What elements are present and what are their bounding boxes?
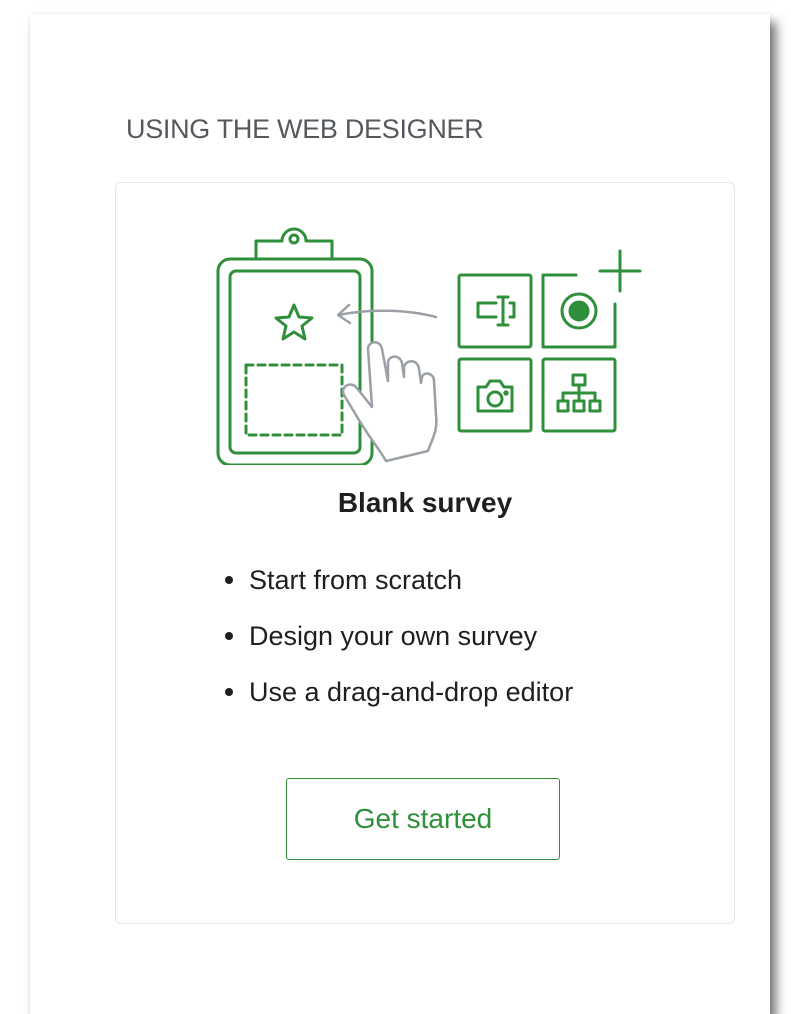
arrow-icon bbox=[336, 303, 438, 325]
feature-text: Use a drag-and-drop editor bbox=[249, 677, 574, 707]
feature-text: Design your own survey bbox=[249, 621, 538, 651]
radio-button-icon bbox=[541, 273, 617, 349]
feature-list: Start from scratch Design your own surve… bbox=[223, 563, 573, 731]
feature-item: Start from scratch bbox=[223, 563, 573, 619]
bullet-icon bbox=[225, 576, 233, 584]
bullet-icon bbox=[225, 632, 233, 640]
web-designer-panel: USING THE WEB DESIGNER Blank survey Star… bbox=[30, 14, 770, 1014]
bullet-icon bbox=[225, 688, 233, 696]
hierarchy-icon bbox=[541, 357, 617, 433]
feature-item: Use a drag-and-drop editor bbox=[223, 675, 573, 731]
plus-icon bbox=[598, 249, 642, 293]
blank-survey-card: Blank survey Start from scratch Design y… bbox=[115, 182, 735, 924]
text-field-icon bbox=[457, 273, 533, 349]
hand-pointer-icon bbox=[341, 341, 438, 463]
get-started-button[interactable]: Get started bbox=[286, 778, 560, 860]
camera-icon bbox=[457, 357, 533, 433]
clipboard-icon bbox=[216, 227, 374, 465]
feature-item: Design your own survey bbox=[223, 619, 573, 675]
section-title: USING THE WEB DESIGNER bbox=[126, 114, 484, 144]
blank-survey-illustration bbox=[216, 227, 642, 465]
star-icon bbox=[274, 303, 314, 341]
feature-text: Start from scratch bbox=[249, 565, 463, 595]
card-title: Blank survey bbox=[337, 487, 513, 518]
